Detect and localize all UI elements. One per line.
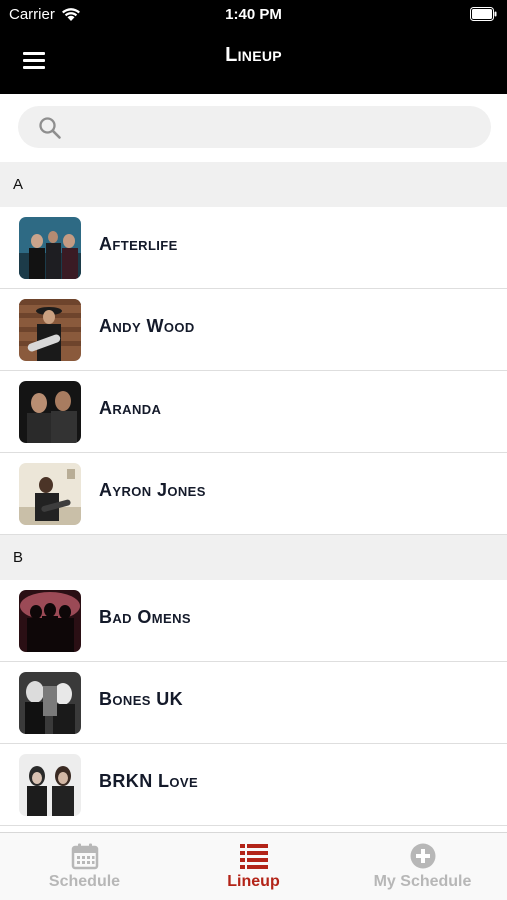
- artist-photo: [19, 381, 81, 443]
- search-icon: [39, 117, 61, 139]
- artist-photo: [19, 463, 81, 525]
- artist-row-brkn-love[interactable]: BRKN Love: [0, 744, 507, 826]
- tab-label: Lineup: [227, 873, 280, 890]
- calendar-icon: [71, 843, 99, 870]
- artist-row-afterlife[interactable]: Afterlife: [0, 207, 507, 289]
- top-bar: Carrier 1:40 PM Lineup: [0, 0, 507, 94]
- tab-label: My Schedule: [373, 873, 472, 890]
- list-icon: [240, 844, 268, 869]
- page-title: Lineup: [225, 44, 282, 66]
- artist-row-ayron-jones[interactable]: Ayron Jones: [0, 453, 507, 535]
- plus-circle-icon: [410, 843, 436, 869]
- artist-photo: [19, 672, 81, 734]
- artist-photo: [19, 299, 81, 361]
- clock: 1:40 PM: [225, 6, 282, 23]
- battery-icon: [470, 7, 497, 21]
- artist-name: Bad Omens: [99, 607, 191, 627]
- artist-name: Andy Wood: [99, 316, 195, 336]
- artist-photo: [19, 754, 81, 816]
- artist-name: BRKN Love: [99, 771, 199, 791]
- artist-row-bad-omens[interactable]: Bad Omens: [0, 580, 507, 662]
- search-bar[interactable]: [18, 106, 491, 148]
- artist-photo: [19, 590, 81, 652]
- artist-name: Ayron Jones: [99, 480, 206, 500]
- artist-name: Afterlife: [99, 234, 178, 254]
- tab-label: Schedule: [48, 873, 121, 890]
- search-input[interactable]: [70, 106, 470, 148]
- tab-my-schedule[interactable]: My Schedule: [338, 833, 507, 900]
- artist-row-andy-wood[interactable]: Andy Wood: [0, 289, 507, 371]
- tab-bar: Schedule Lineup My Schedule: [0, 832, 507, 900]
- artist-row-bones-uk[interactable]: Bones UK: [0, 662, 507, 744]
- search-area: [0, 94, 507, 162]
- tab-schedule[interactable]: Schedule: [0, 833, 169, 900]
- section-letter: B: [13, 549, 24, 566]
- artist-photo: [19, 217, 81, 279]
- artist-list[interactable]: A Afterlife Andy Wood Aranda Ayron Jones…: [0, 162, 507, 832]
- section-header-b: B: [0, 535, 507, 580]
- navigation-bar: Lineup: [0, 28, 507, 94]
- section-letter: A: [13, 176, 24, 193]
- artist-name: Bones UK: [99, 689, 184, 709]
- status-bar: Carrier 1:40 PM: [0, 0, 507, 28]
- tab-lineup[interactable]: Lineup: [169, 833, 338, 900]
- section-header-a: A: [0, 162, 507, 207]
- artist-row-aranda[interactable]: Aranda: [0, 371, 507, 453]
- artist-name: Aranda: [99, 398, 162, 418]
